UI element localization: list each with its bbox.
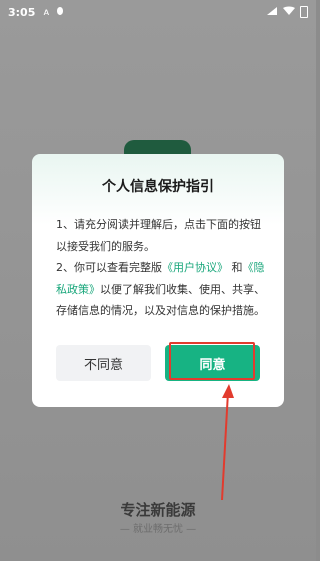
app-screen: 3:05 ᴀ 专注新能源 — 就业畅无忧 — 个人信息保护指引 1、请充分阅读并…	[0, 0, 316, 561]
red-arrow-icon	[221, 384, 234, 501]
